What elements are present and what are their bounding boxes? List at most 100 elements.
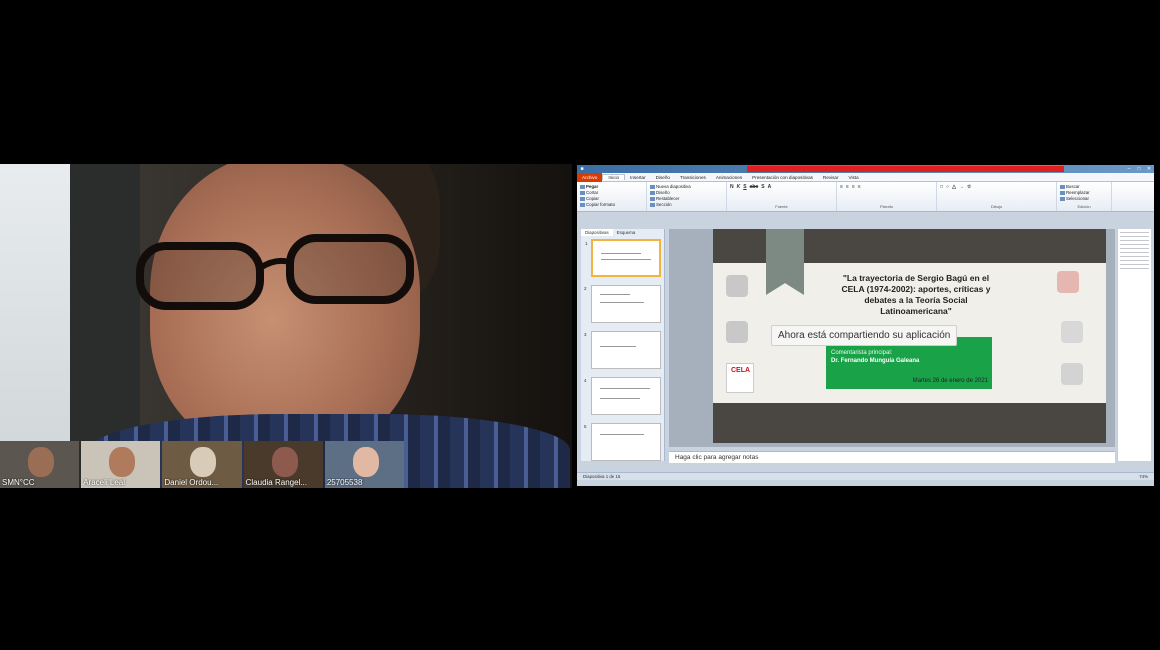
replace-button[interactable]: Reemplazar (1060, 190, 1108, 195)
format-painter-button[interactable]: Copiar formato (580, 202, 643, 207)
copy-button[interactable]: Copiar (580, 196, 643, 201)
cela-logo: CELA (726, 363, 754, 393)
text-line (1120, 252, 1149, 253)
tab-slideshow[interactable]: Presentación con diapositivas (747, 175, 818, 180)
replace-icon (1060, 190, 1065, 195)
avatar (190, 447, 217, 477)
text-line (1120, 260, 1149, 261)
participant-tile[interactable]: Claudia Rangel... (243, 441, 323, 488)
section-button[interactable]: Sección (650, 202, 723, 207)
section-icon (650, 202, 655, 207)
font-color-button[interactable]: A (768, 184, 772, 190)
tab-review[interactable]: Revisar (818, 175, 844, 180)
thumb-line (600, 294, 630, 295)
tab-home[interactable]: Inicio (602, 174, 626, 180)
align-left-button[interactable]: ≡ (840, 184, 843, 190)
tab-slides[interactable]: Diapositivas (581, 229, 613, 236)
justify-button[interactable]: ≡ (858, 184, 861, 190)
thumb-line (600, 388, 650, 389)
cut-button[interactable]: Cortar (580, 190, 643, 195)
slide-number: 4 (584, 378, 587, 383)
tab-insert[interactable]: Insertar (625, 175, 651, 180)
thumb-line (600, 302, 644, 303)
workspace: Diapositivas Esquema 1 2 3 4 5 CELA "La … (577, 229, 1154, 486)
status-bar: Diapositiva 1 de 15 74% (577, 472, 1154, 480)
text-line (1120, 232, 1149, 233)
participant-tile[interactable]: 25705538 (324, 441, 405, 488)
layout-button[interactable]: Diseño (650, 190, 723, 195)
format-buttons: N K S abc S A (730, 184, 833, 190)
notes-pane[interactable]: Haga clic para agregar notas (669, 451, 1115, 463)
participant-tile[interactable]: Daniel Ordou... (162, 441, 242, 488)
sharing-notice: Ahora está compartiendo su aplicación (771, 325, 958, 346)
rectangle-shape-icon[interactable]: □ (940, 184, 943, 190)
triangle-shape-icon[interactable]: △ (952, 184, 956, 190)
underline-button[interactable]: S (743, 184, 746, 190)
uagro-logo (1061, 363, 1083, 385)
side-document (1117, 229, 1151, 461)
zoom-level[interactable]: 74% (1139, 474, 1148, 479)
align-right-button[interactable]: ≡ (852, 184, 855, 190)
slide-title: "La trayectoria de Sergio Bagú en el CEL… (841, 273, 991, 316)
background-window (0, 164, 70, 488)
text-line (1120, 264, 1149, 265)
paragraph-group: ≡ ≡ ≡ ≡ Párrafo (837, 182, 937, 211)
italic-button[interactable]: K (737, 184, 741, 190)
tab-view[interactable]: Vista (844, 175, 864, 180)
tab-design[interactable]: Diseño (651, 175, 675, 180)
tab-outline[interactable]: Esquema (613, 229, 640, 236)
clipboard-group: Pegar Cortar Copiar Copiar formato (577, 182, 647, 211)
avatar (271, 447, 298, 477)
tab-transitions[interactable]: Transiciones (675, 175, 711, 180)
tab-file[interactable]: Archivo (577, 172, 603, 182)
reset-button[interactable]: Restablecer (650, 196, 723, 201)
ribbon: Pegar Cortar Copiar Copiar formato Nueva… (577, 182, 1154, 212)
slide-thumbnail[interactable]: 1 (585, 239, 661, 277)
star-shape-icon[interactable]: ☆ (967, 184, 971, 190)
slides-group: Nueva diapositiva Diseño Restablecer Sec… (647, 182, 727, 211)
slide-icon (650, 184, 655, 189)
ecorum-logo (1061, 321, 1083, 343)
minimize-icon[interactable]: – (1124, 166, 1134, 172)
slide-thumbnail[interactable]: 3 (584, 331, 661, 369)
slide-thumbnail[interactable]: 5 (584, 423, 661, 461)
drawing-group-label: Dibujo (990, 204, 1003, 209)
slide-number: 3 (584, 332, 587, 337)
paragraph-group-label: Párrafo (879, 204, 894, 209)
editing-group: Buscar Reemplazar Seleccionar Edición (1057, 182, 1112, 211)
oval-shape-icon[interactable]: ○ (946, 184, 949, 190)
find-button[interactable]: Buscar (1060, 184, 1108, 189)
layout-icon (650, 190, 655, 195)
commentator-label: Comentarista principal: (831, 350, 893, 356)
select-button[interactable]: Seleccionar (1060, 196, 1108, 201)
thumb-line (600, 398, 640, 399)
copy-icon (580, 196, 585, 201)
speaker-video (0, 164, 572, 488)
bold-button[interactable]: N (730, 184, 734, 190)
participant-tile[interactable]: SMN°CC (0, 441, 80, 488)
shadow-button[interactable]: S (761, 184, 764, 190)
tab-animations[interactable]: Animaciones (711, 175, 747, 180)
commentator-name: Dr. Fernando Munguía Galeana (831, 358, 920, 364)
align-buttons: ≡ ≡ ≡ ≡ (840, 184, 933, 190)
slide-editor: CELA "La trayectoria de Sergio Bagú en e… (669, 229, 1115, 447)
align-center-button[interactable]: ≡ (846, 184, 849, 190)
close-icon[interactable]: ✕ (1144, 166, 1154, 172)
text-line (1120, 248, 1149, 249)
slide-thumbnail[interactable]: 4 (584, 377, 661, 415)
new-slide-button[interactable]: Nueva diapositiva (650, 184, 723, 189)
shared-screen: ■ – □ ✕ Archivo Inicio Insertar Diseño T… (577, 165, 1154, 486)
strikethrough-button[interactable]: abc (750, 184, 759, 190)
cursor-icon (1060, 196, 1065, 201)
slide-thumbnail[interactable]: 2 (584, 285, 661, 323)
participant-name: Araceli Leal (83, 478, 126, 487)
paste-button[interactable]: Pegar (580, 184, 643, 189)
editing-group-label: Edición (1077, 204, 1091, 209)
participant-tile[interactable]: Araceli Leal (81, 441, 161, 488)
arrow-shape-icon[interactable]: → (959, 184, 964, 190)
current-slide[interactable]: CELA "La trayectoria de Sergio Bagú en e… (713, 229, 1106, 443)
maximize-icon[interactable]: □ (1134, 166, 1144, 172)
window-title (747, 166, 1064, 172)
font-group-label: Fuente (775, 204, 788, 209)
text-line (1120, 236, 1149, 237)
